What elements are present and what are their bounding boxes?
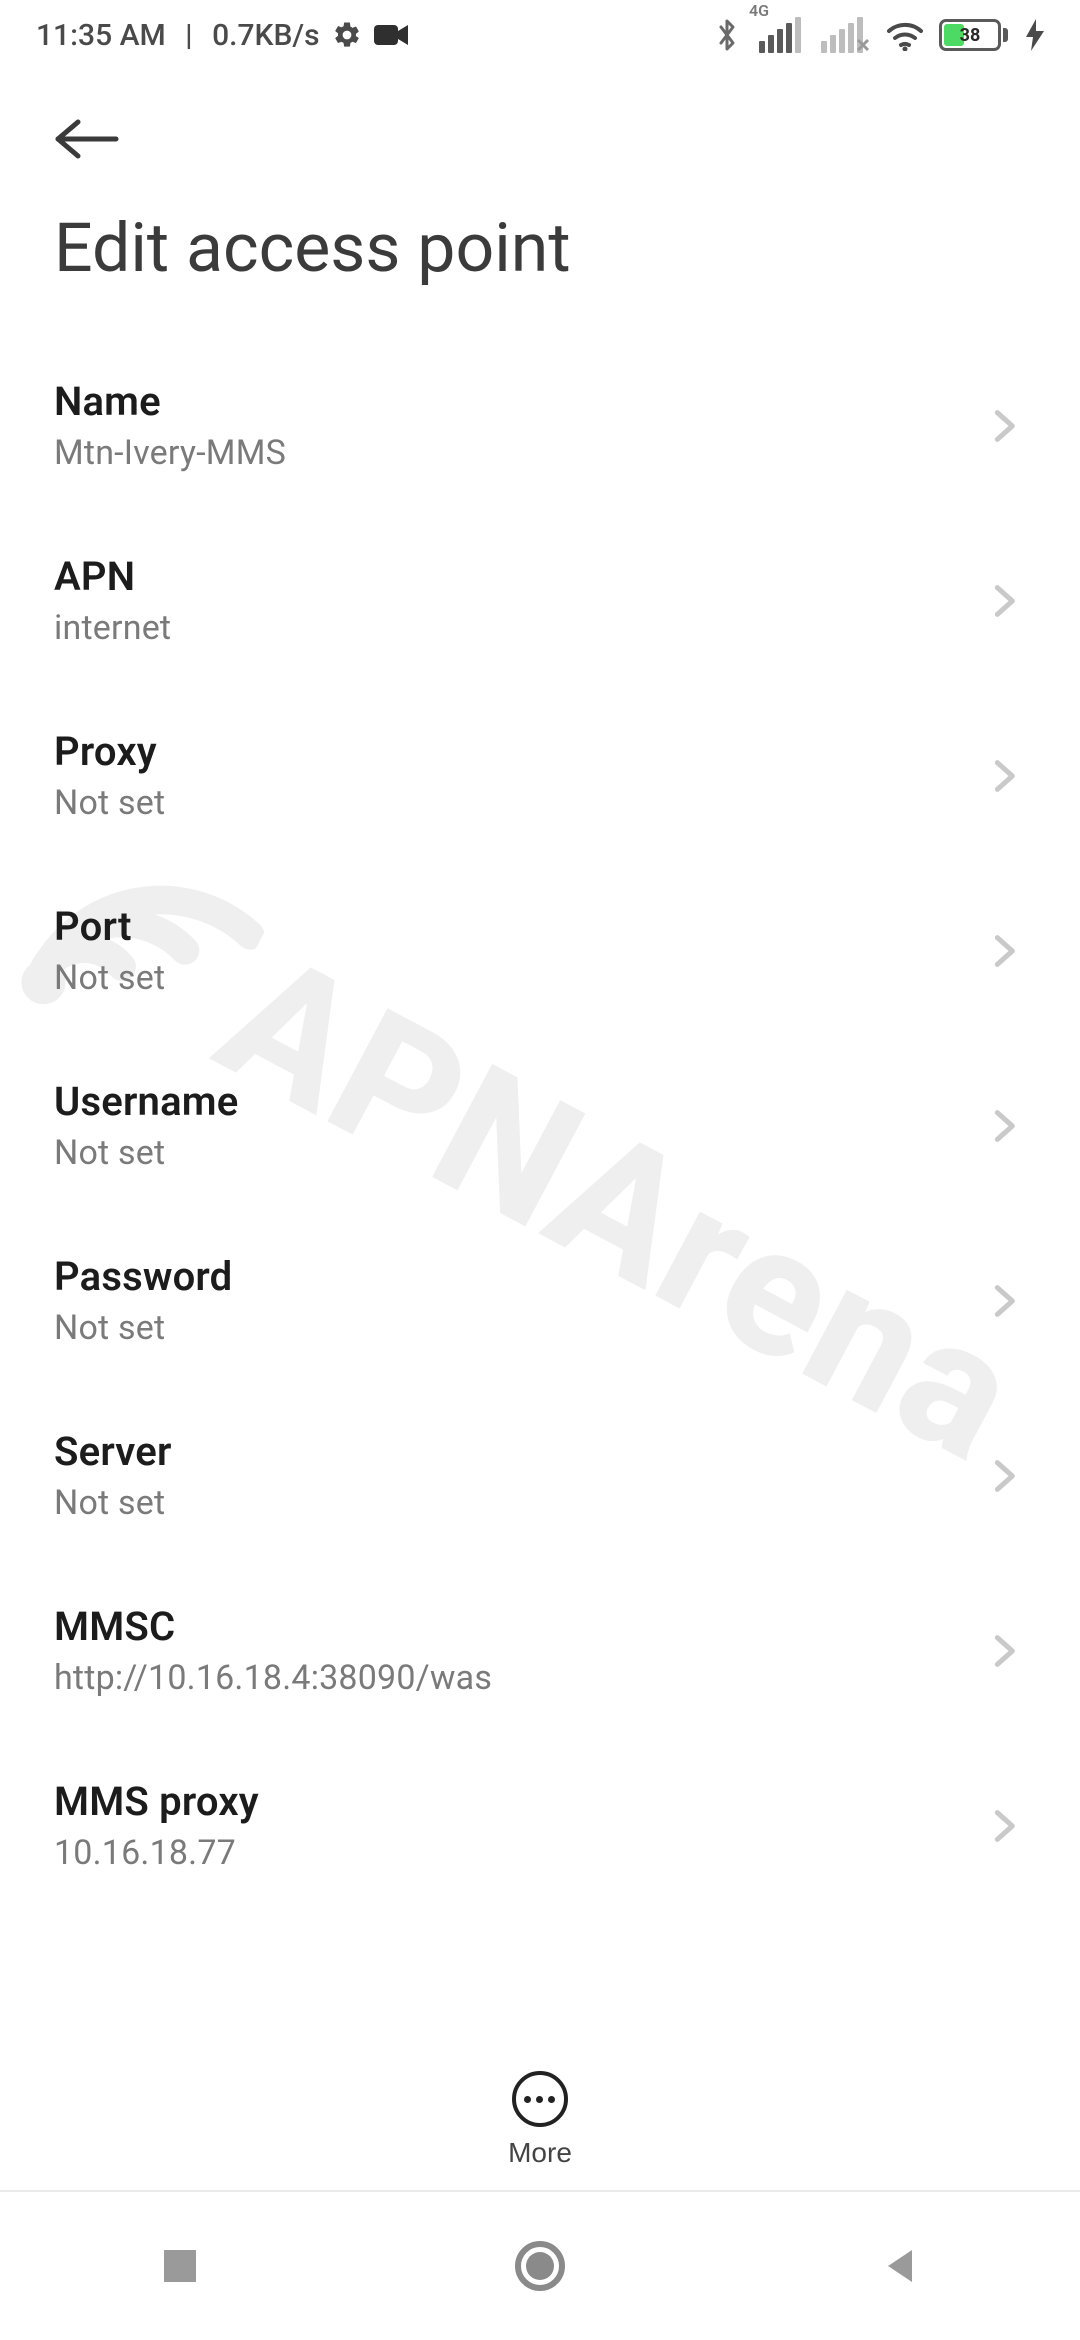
nav-back-button[interactable]: [800, 2216, 1000, 2316]
system-nav-bar: [0, 2190, 1080, 2340]
setting-row-mmsc[interactable]: MMSC http://10.16.18.4:38090/was: [54, 1563, 1050, 1738]
bottom-toolbar: More: [0, 2052, 1080, 2188]
setting-label: Password: [54, 1253, 984, 1300]
setting-row-apn[interactable]: APN internet: [54, 513, 1050, 688]
setting-label: Server: [54, 1428, 984, 1475]
setting-row-server[interactable]: Server Not set: [54, 1388, 1050, 1563]
video-camera-icon: [374, 23, 408, 47]
wifi-icon: [885, 19, 925, 51]
setting-label: MMSC: [54, 1603, 984, 1650]
status-data-rate: 0.7KB/s: [212, 18, 319, 53]
setting-label: APN: [54, 553, 984, 600]
setting-row-proxy[interactable]: Proxy Not set: [54, 688, 1050, 863]
setting-label: Port: [54, 903, 984, 950]
setting-value: Not set: [54, 1308, 984, 1348]
nav-recent-button[interactable]: [80, 2216, 280, 2316]
chevron-right-icon: [984, 581, 1024, 621]
setting-label: MMS proxy: [54, 1778, 984, 1825]
setting-label: Name: [54, 378, 984, 425]
nav-home-button[interactable]: [440, 2216, 640, 2316]
setting-row-username[interactable]: Username Not set: [54, 1038, 1050, 1213]
chevron-right-icon: [984, 1806, 1024, 1846]
circle-icon: [514, 2240, 566, 2292]
battery-percentage: 38: [942, 25, 998, 46]
signal-sim1: 4G: [753, 17, 801, 53]
more-button-label: More: [508, 2137, 572, 2169]
setting-row-password[interactable]: Password Not set: [54, 1213, 1050, 1388]
settings-list[interactable]: Name Mtn-Ivery-MMS APN internet Proxy Not set…: [0, 338, 1080, 1898]
chevron-right-icon: [984, 1631, 1024, 1671]
charging-bolt-icon: [1026, 19, 1044, 51]
network-type-label: 4G: [749, 1, 769, 20]
chevron-right-icon: [984, 1456, 1024, 1496]
bluetooth-icon: [715, 17, 739, 53]
more-icon: [512, 2071, 568, 2127]
signal-sim2: [815, 17, 871, 53]
setting-value: 10.16.18.77: [54, 1833, 984, 1873]
status-bar: 11:35 AM | 0.7KB/s 4G: [0, 0, 1080, 70]
status-time: 11:35 AM: [36, 18, 166, 53]
chevron-right-icon: [984, 756, 1024, 796]
setting-label: Username: [54, 1078, 984, 1125]
back-button[interactable]: [54, 104, 124, 174]
setting-row-name[interactable]: Name Mtn-Ivery-MMS: [54, 338, 1050, 513]
chevron-right-icon: [984, 406, 1024, 446]
battery-indicator: 38: [939, 19, 1008, 51]
arrow-left-icon: [54, 118, 120, 160]
setting-row-port[interactable]: Port Not set: [54, 863, 1050, 1038]
setting-value: Not set: [54, 783, 984, 823]
setting-value: http://10.16.18.4:38090/was: [54, 1658, 984, 1698]
page-title: Edit access point: [54, 174, 1040, 338]
square-icon: [160, 2246, 200, 2286]
setting-value: Not set: [54, 958, 984, 998]
chevron-right-icon: [984, 1281, 1024, 1321]
more-button[interactable]: More: [508, 2071, 572, 2169]
chevron-right-icon: [984, 1106, 1024, 1146]
setting-value: Mtn-Ivery-MMS: [54, 433, 984, 473]
setting-label: Proxy: [54, 728, 984, 775]
triangle-left-icon: [880, 2246, 920, 2286]
setting-value: Not set: [54, 1483, 984, 1523]
setting-value: internet: [54, 608, 984, 648]
setting-value: Not set: [54, 1133, 984, 1173]
setting-row-mms-proxy[interactable]: MMS proxy 10.16.18.77: [54, 1738, 1050, 1898]
chevron-right-icon: [984, 931, 1024, 971]
gear-icon: [332, 20, 362, 50]
